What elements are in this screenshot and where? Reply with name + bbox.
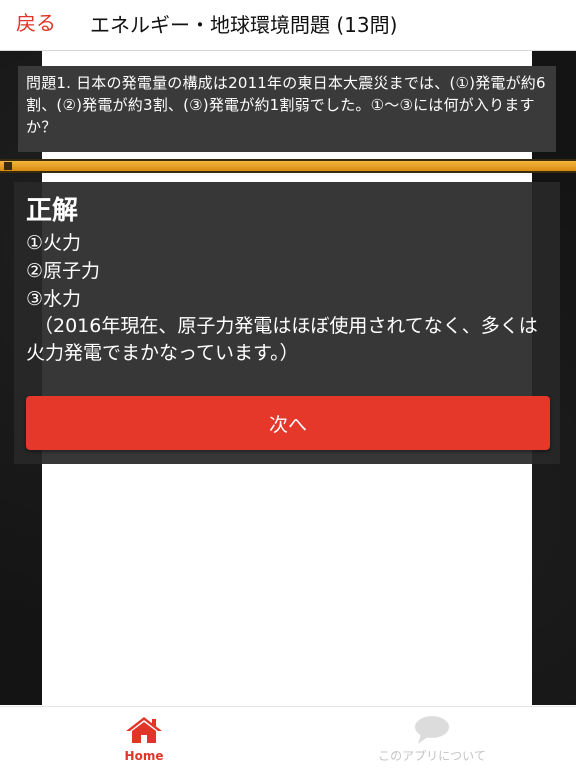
page-title: エネルギー・地球環境問題 (13問)	[90, 13, 398, 37]
answer-item: ③水力	[26, 288, 82, 310]
app-header: 戻る エネルギー・地球環境問題 (13問)	[0, 0, 576, 51]
home-icon	[125, 716, 163, 744]
speech-bubble-icon	[412, 716, 452, 744]
tab-home[interactable]: Home	[104, 707, 184, 769]
progress-marker	[4, 162, 12, 170]
progress-bar	[0, 159, 576, 173]
answer-item: ①火力	[26, 232, 82, 254]
answer-item: ②原子力	[26, 260, 101, 282]
answer-list: ①火力 ②原子力 ③水力	[26, 229, 552, 313]
tab-about-label: このアプリについて	[378, 749, 486, 763]
tab-about[interactable]: このアプリについて	[352, 707, 512, 769]
back-button[interactable]: 戻る	[16, 8, 56, 38]
answer-note: （2016年現在、原子力発電はほぼ使用されてなく、多くは火力発電でまかなっていま…	[26, 315, 538, 364]
progress-bar-fill	[0, 161, 576, 171]
question-text: 問題1. 日本の発電量の構成は2011年の東日本大震災までは、(①)発電が約6割…	[18, 66, 556, 152]
answer-heading: 正解	[26, 196, 79, 226]
next-button[interactable]: 次へ	[26, 396, 550, 450]
tab-bar: Home このアプリについて	[0, 706, 576, 769]
tab-home-label: Home	[124, 749, 164, 763]
